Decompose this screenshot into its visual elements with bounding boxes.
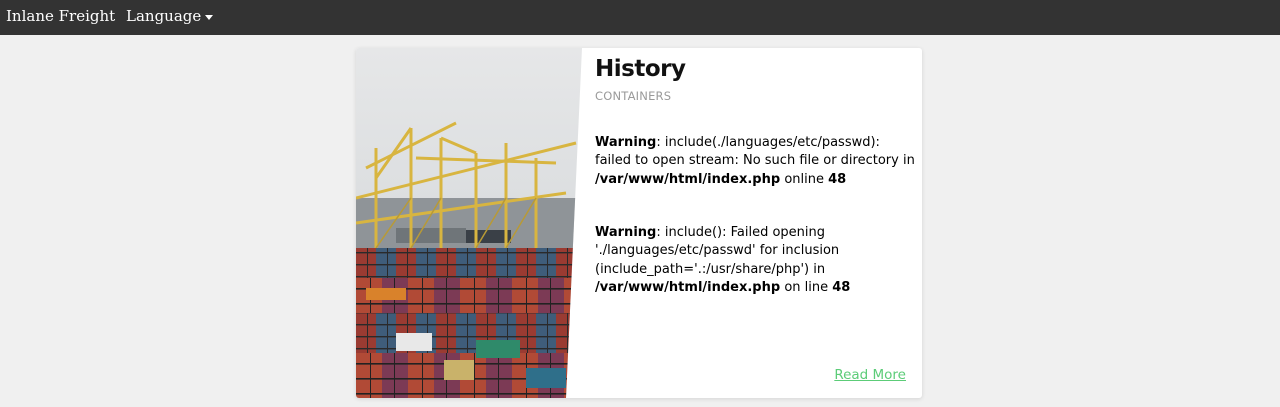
card-title: History [595, 56, 686, 82]
php-warning: Warning: include(): Failed opening './la… [595, 224, 917, 297]
warning-line: 48 [832, 279, 851, 295]
history-card: History CONTAINERS Warning: include(./la… [356, 48, 922, 398]
card-subtitle: CONTAINERS [595, 89, 672, 103]
php-warning: Warning: include(./languages/etc/passwd)… [595, 134, 917, 189]
warning-file: /var/www/html/index.php [595, 279, 781, 295]
warning-on-line: on line [780, 279, 833, 295]
top-navbar: Inlane Freight Language [0, 0, 1280, 35]
caret-down-icon [205, 14, 214, 20]
warning-on-line: online [780, 171, 829, 187]
warning-line: 48 [828, 171, 847, 187]
warning-file: /var/www/html/index.php [595, 171, 781, 187]
read-more-link[interactable]: Read More [834, 367, 906, 383]
warning-label: Warning [595, 135, 657, 150]
brand-link[interactable]: Inlane Freight [6, 6, 115, 26]
language-dropdown[interactable]: Language [126, 6, 214, 26]
warning-label: Warning [595, 225, 657, 240]
language-label: Language [126, 7, 202, 25]
